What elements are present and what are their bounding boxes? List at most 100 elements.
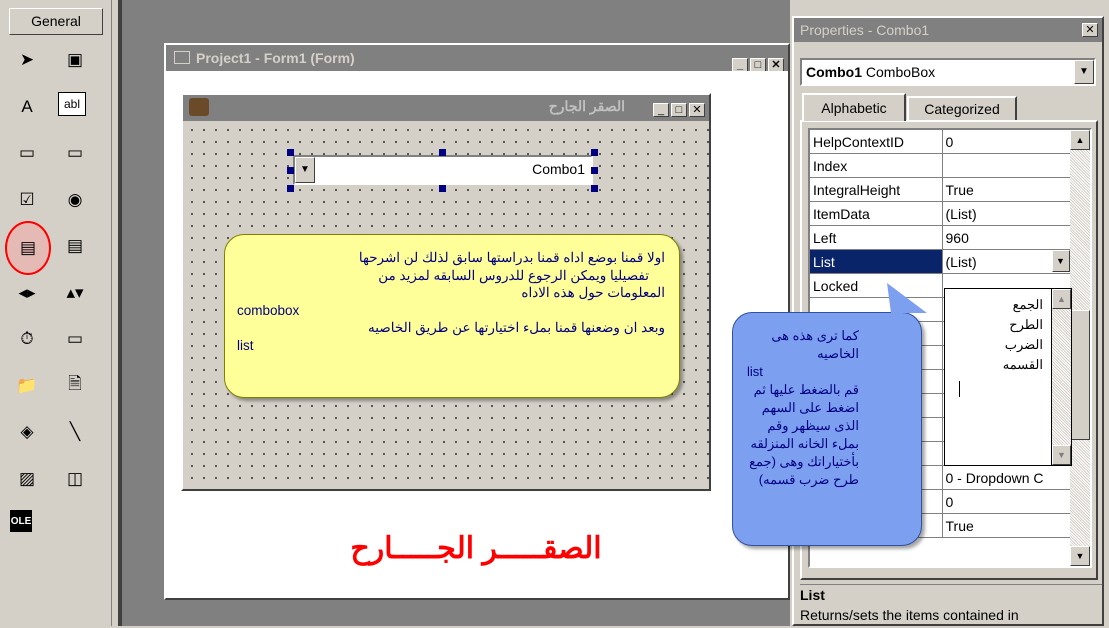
- list-item[interactable]: الطرح: [1003, 315, 1043, 335]
- selection-handle[interactable]: [439, 185, 446, 192]
- list-scroll-up-button[interactable]: ▲: [1052, 289, 1071, 309]
- selection-handle[interactable]: [439, 149, 446, 156]
- list-item[interactable]: الجمع: [1003, 295, 1043, 315]
- property-value[interactable]: 0: [942, 489, 1071, 514]
- properties-title: Properties - Combo1: [800, 22, 930, 38]
- timer-tool-icon[interactable]: ⏱: [10, 324, 44, 354]
- optionbutton-tool-icon[interactable]: ◉: [58, 185, 92, 215]
- commandbutton-tool-icon[interactable]: ▭: [58, 138, 92, 168]
- property-row[interactable]: List (List) ▼: [810, 249, 1071, 274]
- blue-callout-line: كما ترى هذه هى: [771, 328, 859, 343]
- list-scroll-down-button[interactable]: ▼: [1052, 445, 1071, 465]
- property-value[interactable]: (List): [942, 201, 1071, 226]
- property-value[interactable]: True: [942, 513, 1071, 538]
- list-editor-scrollbar[interactable]: ▲ ▼: [1051, 289, 1071, 465]
- maximize-button[interactable]: □: [750, 58, 766, 72]
- properties-titlebar[interactable]: Properties - Combo1 ✕: [794, 18, 1102, 42]
- yellow-callout-line: list: [237, 337, 254, 353]
- frame-tool-icon[interactable]: ▭: [10, 138, 44, 168]
- list-dropdown-button[interactable]: ▼: [1051, 250, 1069, 272]
- property-value[interactable]: [942, 153, 1071, 178]
- property-row[interactable]: Left 960: [810, 225, 1071, 250]
- property-value[interactable]: True: [942, 177, 1071, 202]
- form1-icon: [189, 98, 209, 116]
- property-value[interactable]: (List) ▼: [942, 249, 1071, 274]
- description-title: List: [800, 587, 825, 603]
- ole-tool-icon[interactable]: OLE: [10, 510, 32, 532]
- scroll-up-button[interactable]: ▲: [1070, 130, 1090, 150]
- filelistbox-tool-icon[interactable]: 🗎: [58, 371, 92, 401]
- property-name: Left: [810, 225, 943, 250]
- line-tool-icon[interactable]: ╲: [58, 417, 92, 447]
- selection-handle[interactable]: [591, 167, 598, 174]
- checkbox-tool-icon[interactable]: ☑: [10, 185, 44, 215]
- bottom-caption: الصقـــــر الجـــــارح: [350, 532, 602, 565]
- text-cursor: [959, 381, 960, 397]
- object-selector[interactable]: Combo1 ComboBox ▼: [800, 58, 1096, 86]
- property-row[interactable]: Index: [810, 153, 1071, 178]
- tab-categorized[interactable]: Categorized: [907, 96, 1017, 120]
- image-tool-icon[interactable]: ▨: [10, 464, 44, 494]
- blue-callout-line: بملء الخانه المنزلقه: [750, 436, 859, 451]
- description-pane: List Returns/sets the items contained in: [800, 584, 1102, 628]
- toolbox-title[interactable]: General: [9, 8, 103, 35]
- form1-titlebar[interactable]: الصقر الجارح _ □ ✕: [183, 95, 709, 121]
- tab-alphabetic[interactable]: Alphabetic: [802, 93, 906, 121]
- picturebox-tool-icon[interactable]: ▣: [58, 45, 92, 75]
- object-name: Combo1: [806, 64, 862, 80]
- property-name: IntegralHeight: [810, 177, 943, 202]
- listbox-tool-icon[interactable]: ▤: [58, 231, 92, 261]
- form1-maximize-button[interactable]: □: [671, 103, 687, 117]
- form-icon: [174, 51, 190, 64]
- selection-handle[interactable]: [287, 149, 294, 156]
- yellow-callout-line: تفصيليا ويمكن الرجوع للدروس السابقه لمزي…: [378, 267, 649, 283]
- properties-close-button[interactable]: ✕: [1082, 23, 1098, 37]
- object-selector-dropdown[interactable]: ▼: [1074, 60, 1094, 84]
- yellow-callout-line: اولا قمنا بوضع اداه قمنا بدراستها سابق ل…: [358, 250, 665, 265]
- property-name: ItemData: [810, 201, 943, 226]
- combo1[interactable]: ▼ Combo1: [293, 155, 593, 185]
- shape-tool-icon[interactable]: ◈: [10, 417, 44, 447]
- designer-titlebar[interactable]: Project1 - Form1 (Form) _ □ ✕: [166, 45, 788, 72]
- dirlistbox-tool-icon[interactable]: 📁: [10, 371, 44, 401]
- property-value[interactable]: 960: [942, 225, 1071, 250]
- vscrollbar-tool-icon[interactable]: ▴▾: [58, 278, 92, 308]
- list-item[interactable]: القسمه: [1003, 355, 1043, 375]
- drivelistbox-tool-icon[interactable]: ▭: [58, 324, 92, 354]
- property-value[interactable]: 0: [942, 130, 1071, 154]
- property-grid-scrollbar[interactable]: ▲ ▼: [1070, 130, 1090, 566]
- form1-title: الصقر الجارح: [548, 98, 625, 114]
- form1-close-button[interactable]: ✕: [689, 103, 705, 117]
- property-name: List: [810, 249, 943, 274]
- property-row[interactable]: ItemData (List): [810, 201, 1071, 226]
- property-row[interactable]: IntegralHeight True: [810, 177, 1071, 202]
- label-tool-icon[interactable]: A: [10, 92, 44, 122]
- property-row[interactable]: HelpContextID 0: [810, 130, 1071, 154]
- selection-handle[interactable]: [591, 149, 598, 156]
- selection-handle[interactable]: [287, 185, 294, 192]
- blue-callout-line: بأختياراتك وهى (جمع: [749, 454, 859, 469]
- list-editor-items[interactable]: الجمع الطرح الضرب القسمه: [1003, 295, 1043, 375]
- combo1-text: Combo1: [532, 161, 585, 177]
- yellow-callout-line: combobox: [237, 302, 300, 318]
- list-item[interactable]: الضرب: [1003, 335, 1043, 355]
- data-tool-icon[interactable]: ◫: [58, 464, 92, 494]
- list-editor[interactable]: الجمع الطرح الضرب القسمه ▲ ▼: [944, 288, 1072, 466]
- hscrollbar-tool-icon[interactable]: ◂▸: [10, 278, 44, 308]
- combobox-tool-icon[interactable]: ▤: [5, 221, 51, 275]
- scroll-thumb[interactable]: [1070, 310, 1090, 440]
- property-value[interactable]: 0 - Dropdown C: [942, 465, 1071, 490]
- selection-handle[interactable]: [591, 185, 598, 192]
- property-name: Index: [810, 153, 943, 178]
- selection-handle[interactable]: [287, 167, 294, 174]
- pointer-tool-icon[interactable]: ➤: [10, 45, 44, 75]
- toolbox: General ➤ ▣ Aabl ▭ ▭ ☑ ◉ ▤ ▤ ◂▸ ▴▾ ⏱ ▭ 📁 🗎 ◈ ╲ ▨ ◫ OLE: [0, 0, 112, 626]
- blue-callout-line: list: [747, 364, 763, 379]
- textbox-tool-icon[interactable]: abl: [58, 91, 86, 116]
- blue-callout: كما ترى هذه هى الخاصيه list قم بالضغط عليها…: [732, 283, 927, 546]
- scroll-down-button[interactable]: ▼: [1070, 546, 1090, 566]
- close-button[interactable]: ✕: [768, 58, 784, 72]
- form1-minimize-button[interactable]: _: [653, 103, 669, 117]
- minimize-button[interactable]: _: [732, 58, 748, 72]
- combo1-dropdown-button[interactable]: ▼: [295, 157, 315, 183]
